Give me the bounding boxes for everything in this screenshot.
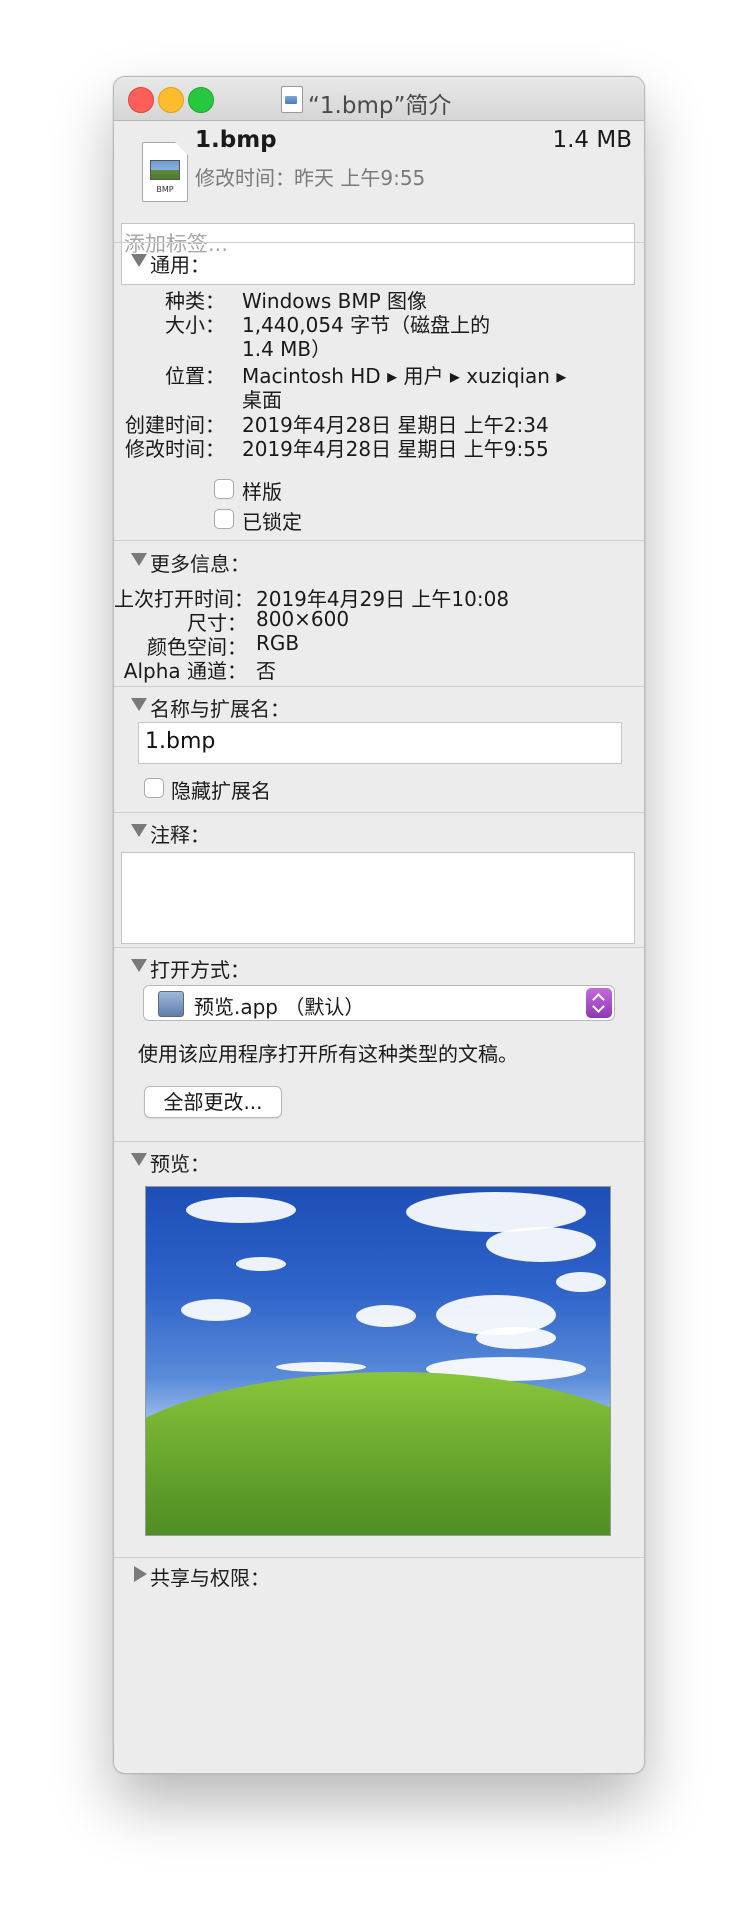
- divider: [114, 242, 644, 243]
- hide-extension-label[interactable]: 隐藏扩展名: [171, 775, 271, 804]
- disclosure-triangle-expanded-icon[interactable]: [131, 698, 147, 711]
- disclosure-triangle-expanded-icon[interactable]: [131, 553, 147, 566]
- section-name-extension-title[interactable]: 名称与扩展名：: [150, 693, 290, 722]
- section-general-title[interactable]: 通用：: [150, 249, 210, 278]
- divider: [114, 686, 644, 687]
- image-thumbnail-icon: [150, 160, 180, 180]
- icon-type-label: BMP: [156, 185, 174, 194]
- section-more-info-title[interactable]: 更多信息：: [150, 548, 250, 577]
- comments-textarea[interactable]: [121, 852, 635, 944]
- size-label: 大小：: [165, 313, 225, 337]
- change-all-button[interactable]: 全部更改...: [144, 1086, 282, 1118]
- divider: [114, 947, 644, 948]
- disclosure-triangle-expanded-icon[interactable]: [131, 254, 147, 267]
- popup-arrows-icon[interactable]: [586, 988, 612, 1018]
- name-extension-input[interactable]: 1.bmp: [138, 722, 622, 764]
- divider: [114, 812, 644, 813]
- modified-row-label: 修改时间：: [125, 437, 225, 461]
- divider: [114, 1557, 644, 1558]
- window-title-group: “1.bmp”简介: [114, 77, 644, 120]
- window-title: “1.bmp”简介: [308, 93, 452, 119]
- locked-checkbox[interactable]: [214, 509, 234, 529]
- disclosure-triangle-expanded-icon[interactable]: [131, 959, 147, 972]
- section-sharing-title[interactable]: 共享与权限：: [150, 1562, 270, 1591]
- section-comments-title[interactable]: 注释：: [150, 819, 210, 848]
- bmp-file-icon: [281, 86, 303, 113]
- get-info-window: “1.bmp”简介 BMP 1.bmp 1.4 MB 修改时间： 昨天 上午9:…: [113, 76, 645, 1774]
- file-size: 1.4 MB: [552, 127, 632, 153]
- file-name: 1.bmp: [195, 127, 277, 153]
- stationery-label[interactable]: 样版: [242, 476, 282, 505]
- section-open-with-title[interactable]: 打开方式：: [150, 954, 250, 983]
- divider: [114, 540, 644, 541]
- size-value-line2: 1.4 MB）: [242, 337, 332, 361]
- location-value: Macintosh HD ▸ 用户 ▸ xuziqian ▸: [242, 364, 567, 388]
- hide-extension-checkbox[interactable]: [144, 778, 164, 798]
- modified-row-value: 2019年4月28日 星期日 上午9:55: [242, 437, 549, 461]
- open-with-description: 使用该应用程序打开所有这种类型的文稿。: [138, 1042, 518, 1066]
- open-with-popup[interactable]: 预览.app （默认）: [143, 985, 615, 1021]
- alpha-channel-label: Alpha 通道：: [123, 659, 247, 683]
- alpha-channel-value: 否: [256, 659, 276, 683]
- section-preview-title[interactable]: 预览：: [150, 1148, 210, 1177]
- disclosure-triangle-expanded-icon[interactable]: [131, 1153, 147, 1166]
- color-space-value: RGB: [256, 631, 300, 655]
- location-label: 位置：: [165, 364, 225, 388]
- dimensions-value: 800×600: [256, 607, 350, 631]
- modified-value: 昨天 上午9:55: [294, 166, 426, 190]
- bmp-document-icon: BMP: [142, 142, 188, 202]
- locked-label[interactable]: 已锁定: [242, 506, 302, 535]
- modified-label: 修改时间：: [195, 166, 295, 190]
- open-with-selected: 预览.app （默认）: [194, 995, 365, 1019]
- disclosure-triangle-collapsed-icon[interactable]: [134, 1566, 147, 1582]
- title-bar[interactable]: “1.bmp”简介: [114, 77, 644, 121]
- disclosure-triangle-expanded-icon[interactable]: [131, 824, 147, 837]
- image-preview: [145, 1186, 611, 1536]
- stationery-checkbox[interactable]: [214, 479, 234, 499]
- name-extension-value: 1.bmp: [145, 729, 216, 754]
- divider: [114, 1141, 644, 1142]
- preview-app-icon: [158, 991, 184, 1017]
